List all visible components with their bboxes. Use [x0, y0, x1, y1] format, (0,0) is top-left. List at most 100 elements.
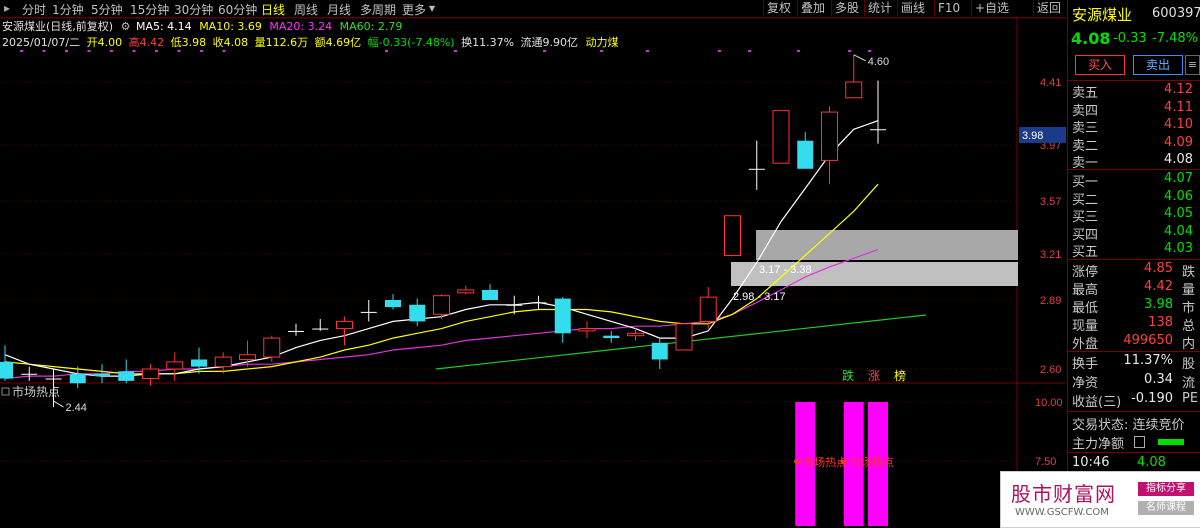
- watermark-tag1: 指标分享: [1138, 482, 1194, 496]
- indicator-tick: 10.00: [1035, 397, 1063, 409]
- marker-dot: [600, 50, 603, 52]
- candle-body: [94, 373, 110, 377]
- main-net-row: 主力净额: [1068, 433, 1200, 452]
- event-mark: 跌: [842, 368, 854, 383]
- quote-sub-label: 股: [1182, 357, 1196, 372]
- candle: [360, 300, 377, 322]
- quote-row: 净资 0.34 流: [1068, 372, 1200, 391]
- candle: [0, 345, 13, 381]
- trade-state: 交易状态: 连续竞价: [1072, 418, 1185, 433]
- quote-row: 涨停 4.85 跌: [1068, 261, 1200, 280]
- indicator-icon: [1, 387, 10, 396]
- price-tick: 4.41: [1040, 77, 1061, 89]
- quote-row: 现量 138 总: [1068, 315, 1200, 334]
- candle-body: [530, 302, 547, 304]
- candle-body: [845, 81, 863, 99]
- quote-value: 0.34: [1144, 372, 1173, 387]
- candle-body: [166, 361, 184, 370]
- quote-row: 买三 4.05: [1068, 206, 1200, 225]
- marker-dot: [155, 50, 158, 52]
- candle-body: [482, 289, 498, 300]
- marker-dot: [748, 50, 751, 52]
- candle-body: [21, 373, 38, 375]
- quote-sub-label: PE: [1182, 391, 1199, 406]
- quote-value: 4.05: [1164, 206, 1193, 221]
- candle: [336, 316, 353, 346]
- marker-dot: [132, 50, 136, 52]
- marker-dot: [385, 50, 388, 52]
- event-mark: 榜: [894, 368, 906, 383]
- quote-row: 卖二 4.09: [1068, 135, 1200, 154]
- marker-dot: [543, 50, 546, 52]
- trade-state-row: 交易状态: 连续竞价: [1068, 414, 1200, 433]
- price-tick: 2.89: [1040, 295, 1061, 307]
- quote-label: 卖五: [1072, 86, 1099, 101]
- indicator-title: 市场热点: [12, 384, 60, 399]
- doc-icon[interactable]: [1134, 436, 1145, 448]
- marker-dot: [20, 50, 23, 52]
- menu-icon[interactable]: ≡: [1185, 55, 1200, 75]
- quote-value: 11.37%: [1123, 353, 1173, 368]
- quote-row: 最高 4.42 量: [1068, 279, 1200, 298]
- candle: [651, 338, 668, 369]
- indicator-tick: 7.50: [1035, 456, 1056, 468]
- candle: [385, 294, 401, 310]
- quote-row: 卖四 4.11: [1068, 100, 1200, 119]
- quote-value: 138: [1148, 315, 1173, 330]
- candle: [675, 323, 693, 351]
- candle: [94, 364, 110, 384]
- quote-label: 买四: [1072, 227, 1099, 243]
- buy-button[interactable]: 买入: [1075, 55, 1125, 75]
- high-pointer: [853, 54, 866, 62]
- candle: [748, 140, 765, 190]
- candle: [457, 285, 475, 295]
- candle-body: [214, 356, 232, 368]
- candle: [142, 364, 159, 386]
- main-net-label: 主力净额: [1072, 437, 1125, 452]
- quote-label: 卖二: [1072, 138, 1099, 154]
- tick-time: 10:46: [1072, 455, 1110, 470]
- sell-button[interactable]: 卖出: [1133, 55, 1183, 75]
- tick-price: 4.08: [1137, 455, 1166, 470]
- quote-row: 外盘 499650 内: [1068, 333, 1200, 352]
- box-range-label: 2.98 - 3.17: [733, 291, 786, 303]
- marker-dot: [718, 50, 721, 52]
- quote-sub-label: 总: [1182, 319, 1196, 334]
- ma5-line: [4, 120, 879, 377]
- quote-row: 买一 4.07: [1068, 171, 1200, 190]
- candle: [482, 284, 498, 300]
- low-label: 2.44: [66, 402, 87, 414]
- candle: [166, 352, 184, 381]
- candle: [554, 297, 571, 343]
- quote-row: 买五 4.03: [1068, 241, 1200, 260]
- quote-label: 最低: [1072, 301, 1099, 316]
- price-tick: 2.60: [1040, 364, 1061, 376]
- watermark-tag2: 名师课程: [1138, 501, 1194, 515]
- candle: [288, 323, 304, 336]
- quote-row: 卖三 4.10: [1068, 117, 1200, 136]
- quote-label: 卖三: [1072, 121, 1099, 136]
- quote-value: 4.07: [1164, 171, 1193, 186]
- candle: [845, 54, 863, 99]
- quote-value: 4.06: [1164, 188, 1193, 204]
- kline-chart[interactable]: 4.413.973.573.212.892.603.984.602.443.17…: [0, 0, 1066, 526]
- quote-label: 买五: [1072, 245, 1099, 260]
- quote-sub-label: 跌: [1182, 265, 1196, 280]
- candle-body: [69, 373, 86, 384]
- quote-value: 4.08: [1164, 152, 1193, 167]
- main-net-bar: [1158, 439, 1184, 445]
- quote-row: 卖五 4.12: [1068, 82, 1200, 101]
- quote-panel: 安源煤业 600397 4.08 -0.33 -7.48% 买入 卖出 ≡ 卖五…: [1067, 0, 1200, 526]
- candle-body: [288, 330, 304, 332]
- candle: [821, 106, 838, 185]
- marker-dot: [87, 50, 91, 52]
- marker-dot: [110, 50, 113, 52]
- box-range-label: 3.17 - 3.38: [759, 264, 812, 276]
- price-tick: 3.57: [1040, 196, 1061, 208]
- candle: [530, 295, 547, 310]
- candle-body: [45, 378, 62, 380]
- hotspot-heart-icon: ❤: [840, 458, 848, 469]
- candle: [578, 321, 596, 339]
- candle-body: [578, 328, 596, 332]
- quote-value: 499650: [1123, 333, 1173, 348]
